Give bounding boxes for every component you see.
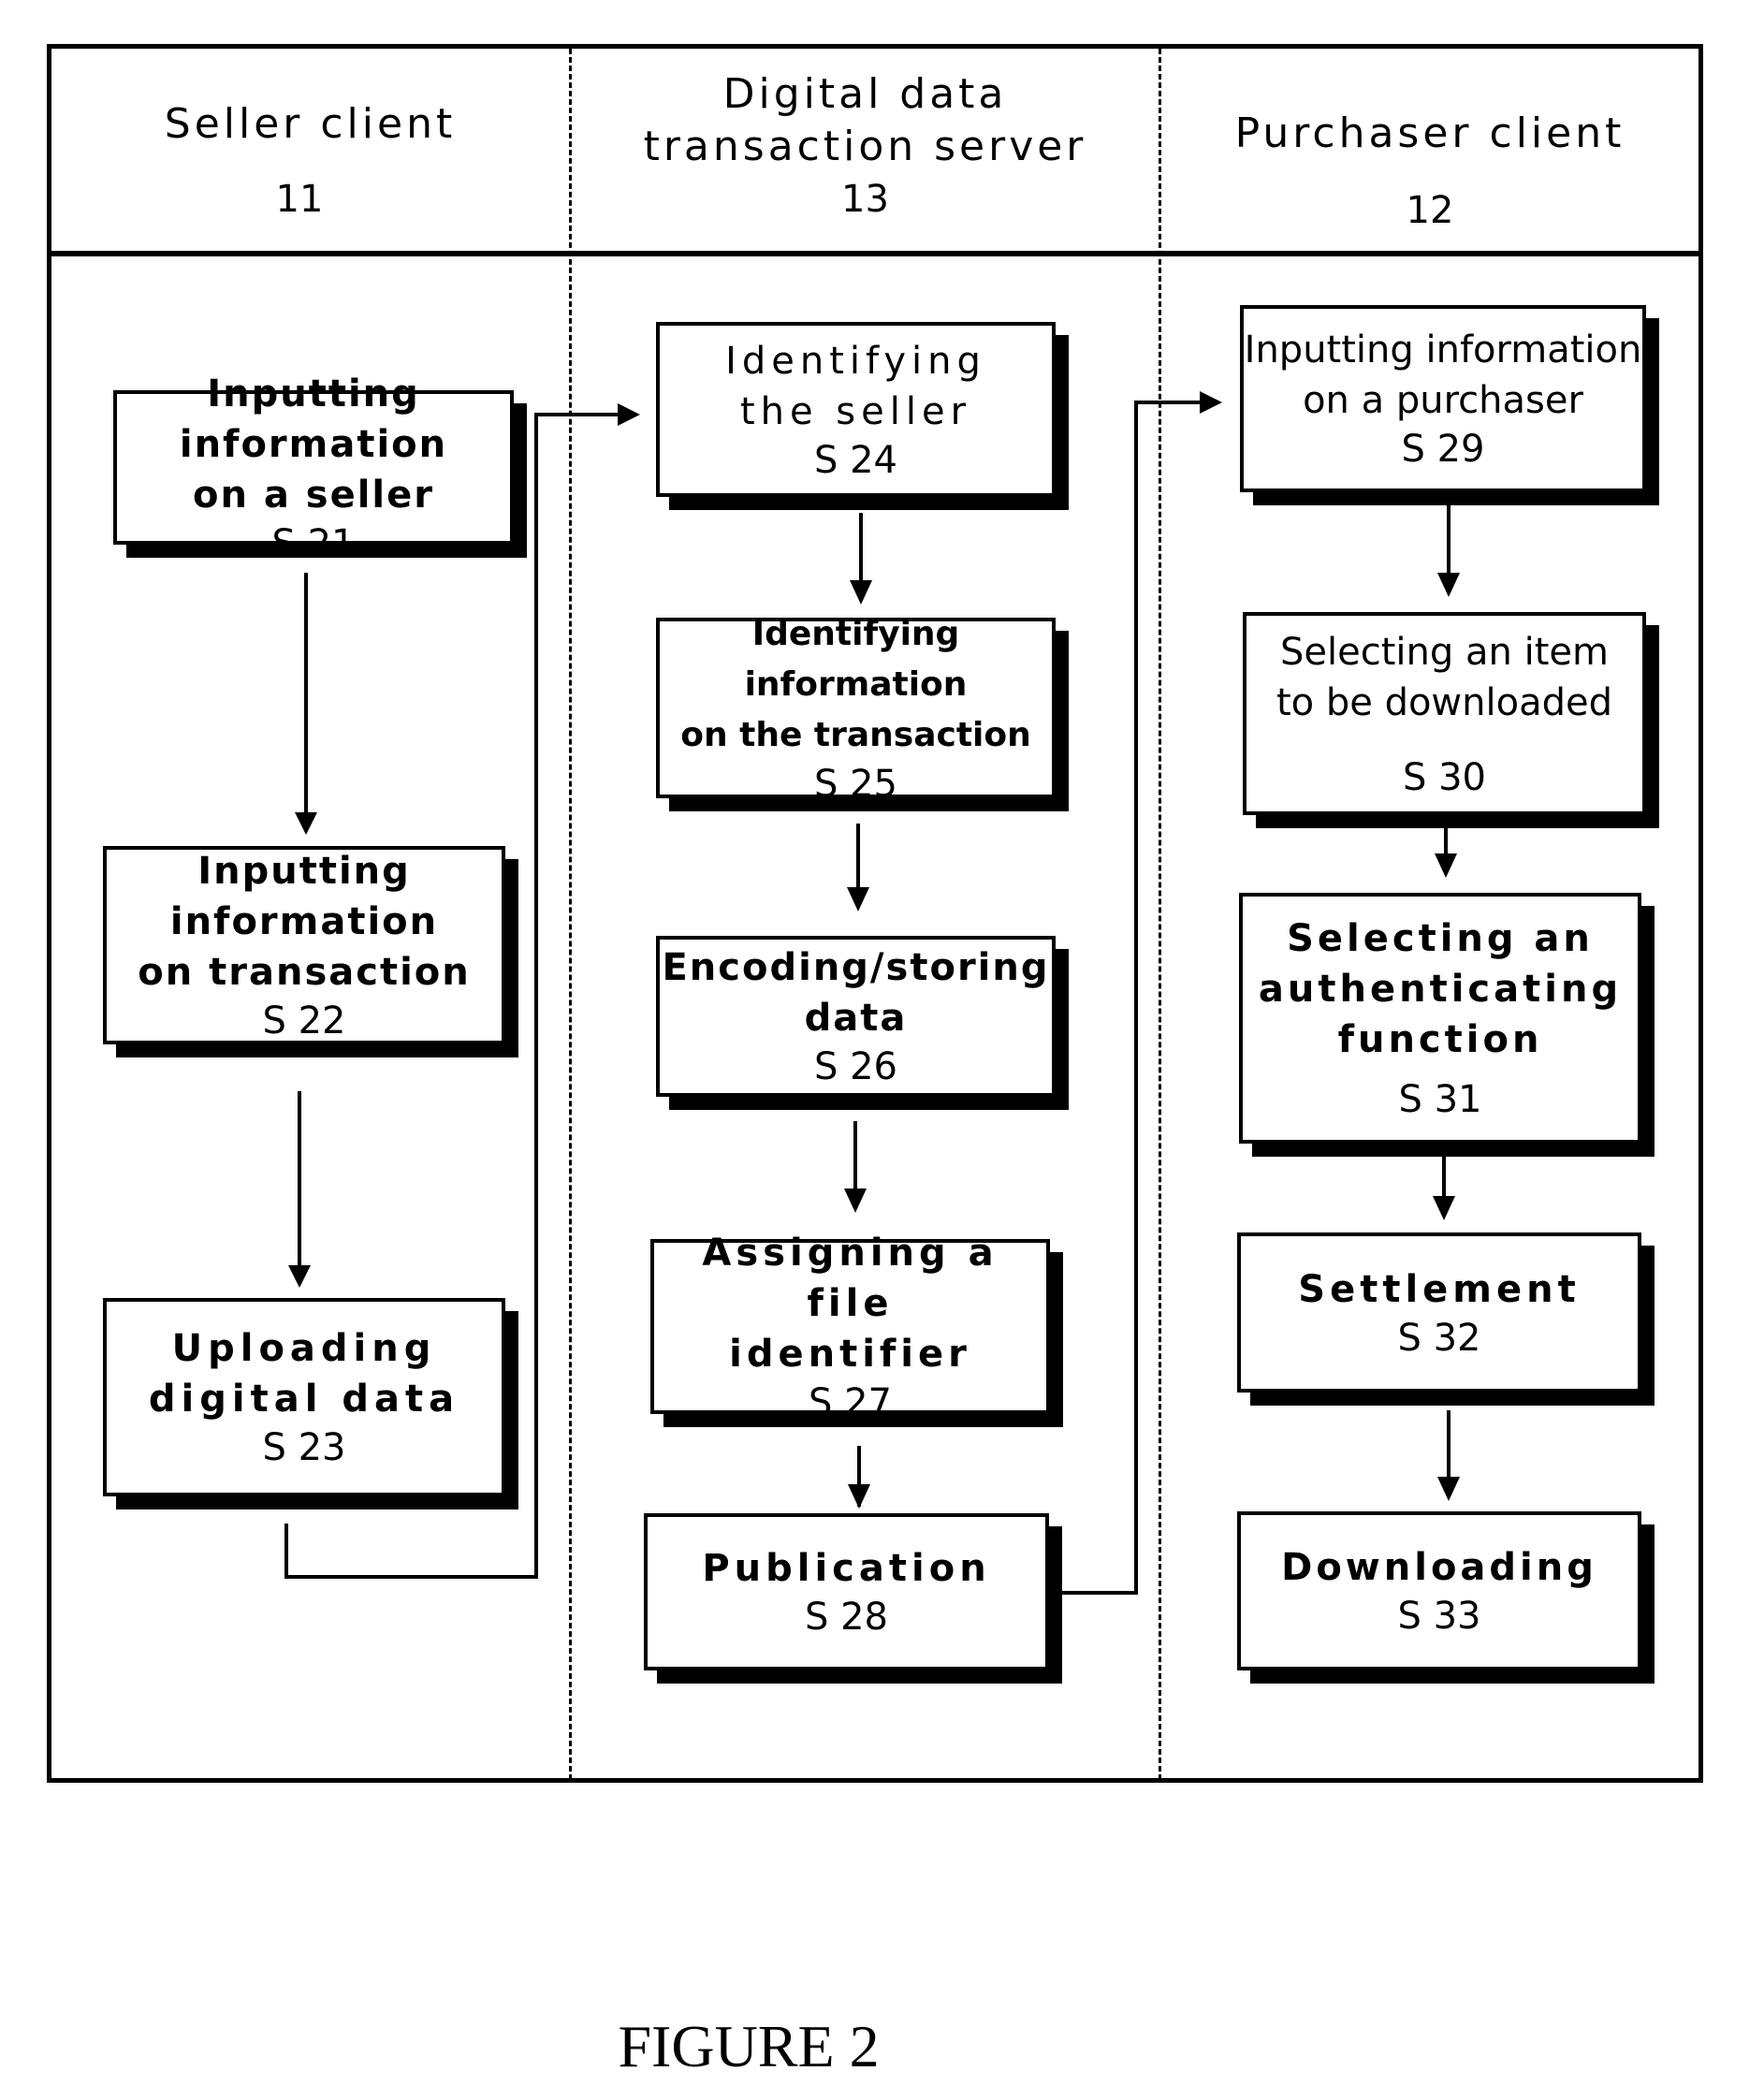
connector-s28-s29 <box>1060 401 1209 1595</box>
arrowhead <box>1433 1196 1455 1220</box>
arrowhead <box>1435 853 1457 878</box>
arrowhead <box>1200 391 1222 414</box>
arrowhead <box>288 1265 311 1288</box>
arrowhead <box>618 403 640 426</box>
connector-s23-s24 <box>284 413 627 1579</box>
connectors <box>284 391 1460 1595</box>
arrowhead <box>844 1189 867 1213</box>
figure-caption: FIGURE 2 <box>618 2013 880 2079</box>
arrowhead <box>295 812 317 835</box>
arrowhead <box>848 1484 870 1509</box>
arrowhead <box>847 887 869 911</box>
arrowhead <box>1437 573 1460 597</box>
arrowhead <box>850 580 872 605</box>
arrowhead <box>1437 1477 1460 1501</box>
